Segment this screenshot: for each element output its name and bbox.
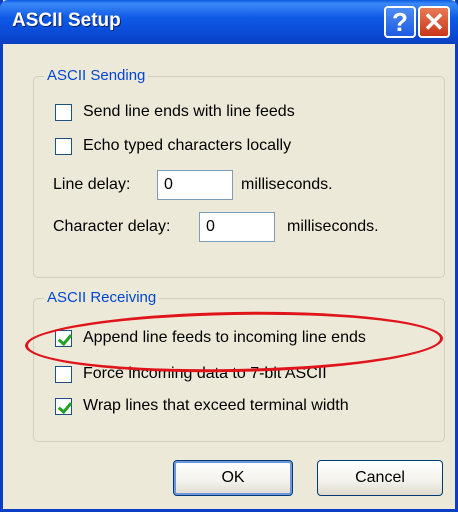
echo-typed-checkbox[interactable] [55,138,72,155]
echo-typed-label: Echo typed characters locally [83,137,292,154]
close-button[interactable]: ✕ [418,6,450,38]
force-7bit-label: Force incoming data to 7-bit ASCII [83,365,327,382]
window-title: ASCII Setup [12,10,121,31]
line-delay-input[interactable] [157,170,233,200]
cancel-button[interactable]: Cancel [317,460,443,496]
ascii-sending-legend: ASCII Sending [44,67,149,84]
send-line-ends-checkbox[interactable] [55,104,72,121]
append-line-feeds-label: Append line feeds to incoming line ends [83,329,366,346]
ascii-setup-dialog: ASCII Setup ? ✕ ASCII Sending Send line … [0,0,458,512]
force-7bit-checkbox[interactable] [55,366,72,383]
line-delay-unit: milliseconds. [241,176,333,193]
ok-button[interactable]: OK [173,460,293,496]
title-bar[interactable]: ASCII Setup ? ✕ [0,0,458,44]
character-delay-input[interactable] [199,212,275,242]
help-icon: ? [392,7,408,37]
close-icon: ✕ [423,7,445,37]
character-delay-unit: milliseconds. [287,218,379,235]
line-delay-label: Line delay: [53,176,131,193]
wrap-lines-label: Wrap lines that exceed terminal width [83,397,349,414]
append-line-feeds-checkbox[interactable] [55,330,72,347]
character-delay-label: Character delay: [53,218,171,235]
send-line-ends-label: Send line ends with line feeds [83,103,295,120]
ascii-receiving-legend: ASCII Receiving [44,289,160,306]
wrap-lines-checkbox[interactable] [55,398,72,415]
help-button[interactable]: ? [384,6,416,38]
